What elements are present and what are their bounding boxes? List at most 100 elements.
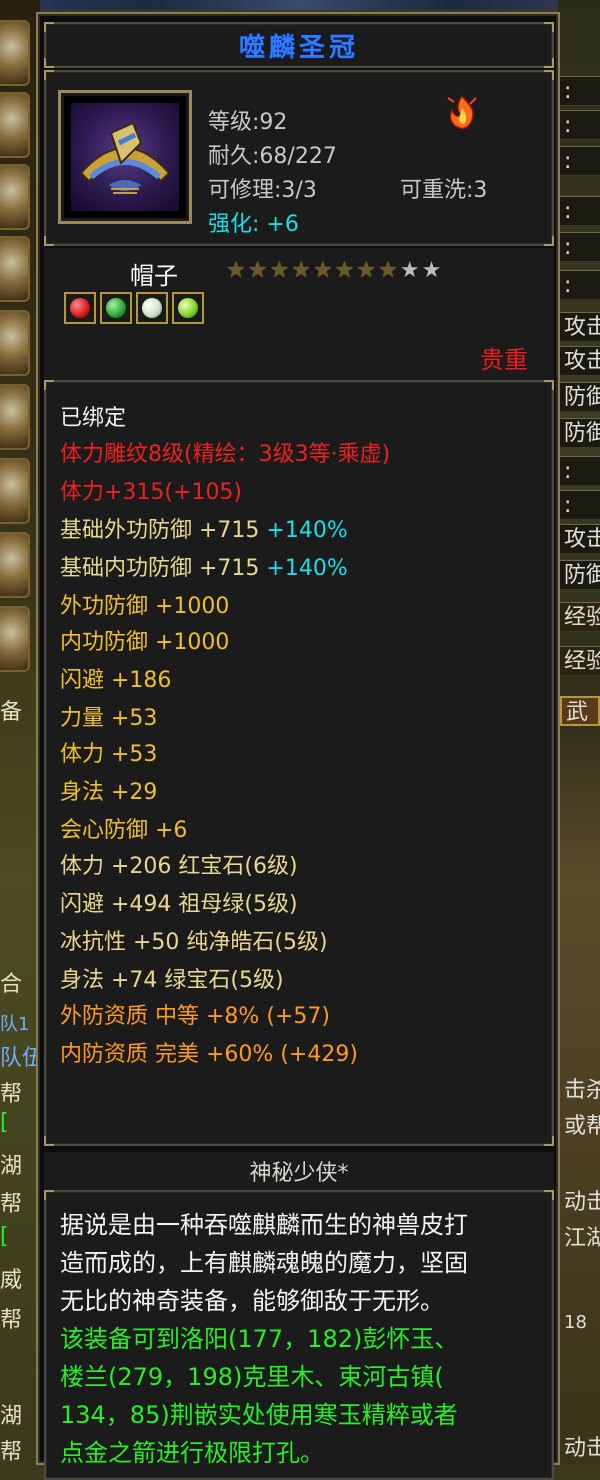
left-chat-text: 湖 (0, 1404, 23, 1429)
right-chat-text: 或帮 (564, 1114, 600, 1139)
star-empty-icon: ★ (399, 258, 420, 283)
left-chat-text: 帮 (0, 1308, 23, 1333)
right-exp-row: 经验 (560, 646, 600, 676)
star-empty-icon: ★ (421, 258, 442, 283)
right-stat-row: : (560, 490, 600, 520)
description-location-line: 134，85)荆嵌实处使用寒玉精粹或者 (60, 1401, 458, 1429)
right-stat-row: : (560, 232, 600, 262)
star-rating: ★ ★ ★ ★ ★ ★ ★ ★ ★ ★ (226, 260, 441, 282)
fire-attribute-icon (442, 92, 482, 132)
item-type-section: 帽子 ★ ★ ★ ★ ★ ★ ★ ★ ★ ★ 贵重 (44, 248, 554, 384)
right-stat-row: 防御 (560, 418, 600, 448)
right-stat-row: 攻击 (560, 524, 600, 554)
bound-status: 已绑定 (60, 406, 127, 431)
left-chat-text: 队伍 (0, 1046, 38, 1071)
left-chat-text: 帮 (0, 1440, 23, 1465)
equipment-slot[interactable] (0, 458, 30, 524)
right-stat-row: : (560, 76, 600, 106)
item-tooltip: 噬麟圣冠 等级:92 耐久:68/227 可修理:3/3 可重洗:3 强化: +… (36, 12, 560, 1480)
left-tab-label[interactable]: 合 (0, 966, 38, 998)
star-filled-icon: ★ (291, 258, 311, 283)
description-line: 造而成的，上有麒麟魂魄的魔力，坚固 (60, 1249, 468, 1277)
star-filled-icon: ★ (334, 258, 355, 283)
quality-attribute-line: 外防资质 中等 +8% (+57) (60, 1004, 330, 1029)
right-exp-row: 经验 (560, 602, 600, 632)
left-chat-text: 帮 (0, 1192, 23, 1217)
description-line: 无比的神奇装备，能够御敌于无形。 (60, 1287, 444, 1315)
equipment-slot[interactable] (0, 532, 30, 598)
right-stat-row: : (560, 456, 600, 486)
left-chat-text: 队1 (0, 1014, 30, 1035)
attribute-line: 力量 +53 (60, 706, 158, 731)
attribute-line: 基础内功防御 +715 +140% (60, 556, 348, 581)
helmet-icon (71, 103, 179, 211)
right-martial-tab[interactable]: 武 (560, 696, 600, 726)
gem-sockets (64, 292, 204, 324)
right-stat-row: 防御 (560, 382, 600, 412)
equipment-slot[interactable] (0, 164, 30, 230)
item-icon-frame[interactable] (58, 90, 192, 224)
left-tab-label[interactable]: 备 (0, 694, 38, 726)
equipment-slot[interactable] (0, 92, 30, 158)
item-rarity: 贵重 (480, 346, 528, 374)
gem-attribute-line: 闪避 +494 祖母绿(5级) (60, 892, 298, 917)
star-filled-icon: ★ (312, 258, 333, 283)
emerald-gem-icon[interactable] (100, 292, 132, 324)
description-location-line: 楼兰(279，198)克里木、束河古镇( (60, 1363, 444, 1391)
left-chat-text: 威 (0, 1268, 23, 1293)
equipment-slot[interactable] (0, 384, 30, 450)
attribute-line: 内功防御 +1000 (60, 630, 230, 655)
star-filled-icon: ★ (269, 258, 290, 283)
equipment-slot[interactable] (0, 236, 30, 302)
left-chat-text: 湖 (0, 1154, 23, 1179)
description-title: 神秘少侠* (44, 1152, 554, 1190)
left-chat-text: 帮 (0, 1082, 23, 1107)
description-location-line: 该装备可到洛阳(177，182)彭怀玉、 (60, 1325, 459, 1353)
equipment-slot[interactable] (0, 20, 30, 86)
star-filled-icon: ★ (356, 258, 377, 283)
item-rewash-count: 可重洗:3 (400, 178, 488, 203)
equipment-slot[interactable] (0, 310, 30, 376)
attribute-line: 会心防御 +6 (60, 818, 188, 843)
attribute-line: 身法 +29 (60, 780, 158, 805)
gem-attribute-line: 身法 +74 绿宝石(5级) (60, 968, 284, 993)
right-chat-text: 动击 (564, 1436, 600, 1461)
item-name: 噬麟圣冠 (238, 32, 359, 63)
attribute-line: 外功防御 +1000 (60, 594, 230, 619)
quality-attribute-line: 内防资质 完美 +60% (+429) (60, 1042, 358, 1067)
engraving-attribute: 体力雕纹8级(精绘：3级3等·乘虚) (60, 442, 391, 467)
item-enhance-level: 强化: +6 (208, 212, 299, 237)
right-stat-row: : (560, 110, 600, 140)
gem-attribute-line: 体力 +206 红宝石(6级) (60, 854, 298, 879)
star-filled-icon: ★ (247, 258, 268, 283)
equipment-slot[interactable] (0, 606, 30, 672)
green-gem-icon[interactable] (172, 292, 204, 324)
item-repair-count: 可修理:3/3 (208, 178, 317, 203)
right-chat-text: 江湖 (564, 1226, 600, 1251)
right-chat-text: 击杀 (564, 1078, 600, 1103)
right-stat-row: 防御 (560, 560, 600, 590)
item-attributes: 已绑定 体力雕纹8级(精绘：3级3等·乘虚) 体力+315(+105) 基础外功… (44, 380, 554, 1146)
right-chat-text: 18 (564, 1312, 587, 1333)
attribute-line: 体力+315(+105) (60, 480, 243, 505)
item-level: 等级:92 (208, 110, 288, 135)
right-stat-row: : (560, 270, 600, 300)
gem-attribute-line: 冰抗性 +50 纯净皓石(5级) (60, 930, 328, 955)
ruby-gem-icon[interactable] (64, 292, 96, 324)
left-chat-text: [ (0, 1110, 9, 1135)
item-description: 据说是由一种吞噬麒麟而生的神兽皮打 造而成的，上有麒麟魂魄的魔力，坚固 无比的神… (44, 1190, 554, 1480)
item-type: 帽子 (130, 262, 178, 290)
description-line: 据说是由一种吞噬麒麟而生的神兽皮打 (60, 1211, 468, 1239)
item-durability: 耐久:68/227 (208, 144, 337, 169)
white-jade-gem-icon[interactable] (136, 292, 168, 324)
attribute-line: 体力 +53 (60, 742, 158, 767)
right-stat-row: : (560, 196, 600, 226)
right-chat-text: 动击 (564, 1190, 600, 1215)
right-stat-row: : (560, 146, 600, 176)
attribute-line: 闪避 +186 (60, 668, 172, 693)
star-filled-icon: ★ (378, 258, 398, 283)
right-stat-row: 攻击 (560, 312, 600, 342)
item-header: 等级:92 耐久:68/227 可修理:3/3 可重洗:3 强化: +6 (44, 70, 554, 246)
right-stat-row: 攻击 (560, 346, 600, 376)
top-toolbar-strip (0, 0, 600, 10)
